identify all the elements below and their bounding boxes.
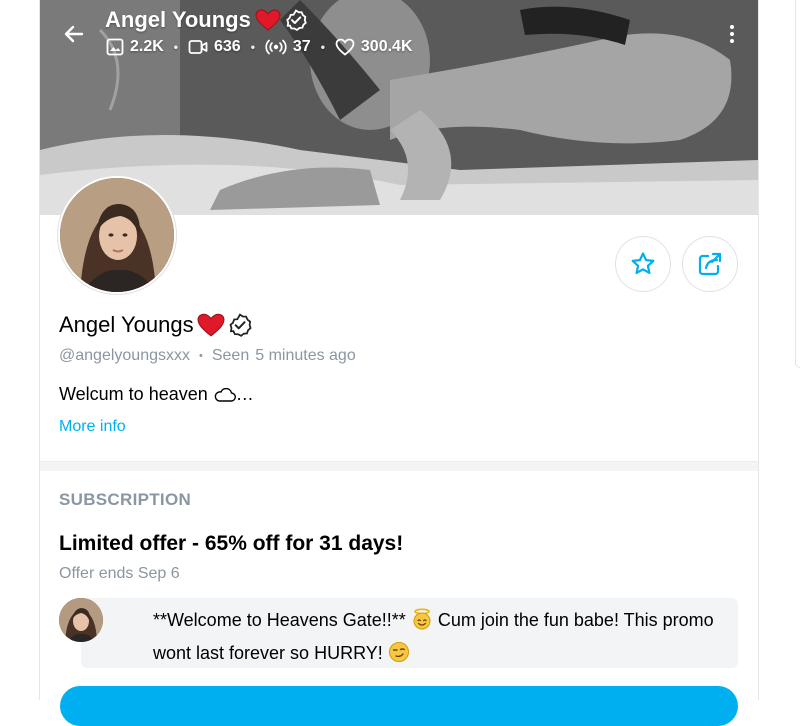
offer-ends-text: Offer ends Sep 6: [59, 565, 180, 582]
header-profile-name: Angel Youngs: [105, 7, 307, 33]
profile-name: Angel Youngs: [59, 312, 252, 338]
stat-separator: •: [173, 40, 178, 54]
stat-photos-value: 2.2K: [130, 38, 164, 55]
kebab-dot: [730, 25, 734, 29]
stat-videos-value: 636: [214, 38, 241, 55]
stat-separator: •: [250, 40, 255, 54]
stat-photos: 2.2K: [106, 38, 164, 56]
more-options-button[interactable]: [722, 20, 742, 48]
promo-avatar[interactable]: [59, 598, 103, 642]
subscribe-button[interactable]: [60, 686, 738, 726]
stat-likes: 300.4K: [335, 38, 413, 56]
profile-name-text: Angel Youngs: [59, 312, 194, 337]
meta-separator: •: [198, 350, 203, 362]
promo-message-part1: **Welcome to Heavens Gate!!**: [153, 610, 406, 630]
cover-header-bar: Angel Youngs 2.2K • 636 • 37 • 300.4K: [40, 0, 758, 70]
favorite-button[interactable]: [615, 236, 671, 292]
username: @angelyoungsxxx: [59, 347, 190, 364]
right-rail-panel: [795, 0, 800, 368]
kebab-dot: [730, 32, 734, 36]
star-outline-icon: [631, 252, 655, 274]
stat-likes-value: 300.4K: [360, 38, 413, 55]
header-stats: 2.2K • 636 • 37 • 300.4K: [106, 38, 413, 56]
cloud-icon: [214, 387, 236, 402]
seen-value: 5 minutes ago: [255, 347, 356, 364]
heart-emoji-icon: [255, 9, 281, 31]
cover-photo: Angel Youngs 2.2K • 636 • 37 • 300.4K: [40, 0, 758, 215]
heart-emoji-icon: [197, 313, 225, 337]
verified-icon: [286, 9, 307, 31]
seen-label: Seen: [211, 347, 250, 364]
more-info-link[interactable]: More info: [59, 418, 126, 436]
stat-videos: 636: [188, 38, 241, 56]
stream-icon: [265, 39, 287, 55]
section-divider: [40, 461, 758, 471]
profile-avatar[interactable]: [58, 176, 176, 294]
bio-ellipsis: …: [235, 384, 254, 404]
bio-text: Welcum to heaven: [59, 384, 208, 404]
header-name-text: Angel Youngs: [105, 7, 251, 32]
angel-emoji-icon: [411, 608, 433, 639]
stat-streams-value: 37: [292, 38, 311, 55]
stat-streams: 37: [265, 38, 311, 56]
share-button[interactable]: [682, 236, 738, 292]
share-icon: [698, 252, 722, 276]
avatar-photo: [60, 178, 174, 292]
profile-bio: Welcum to heaven …: [59, 384, 254, 405]
kebab-dot: [730, 39, 734, 43]
verified-icon: [229, 313, 252, 337]
video-icon: [188, 40, 208, 54]
offer-title: Limited offer - 65% off for 31 days!: [59, 532, 404, 555]
image-icon: [106, 38, 124, 56]
promo-avatar-photo: [59, 598, 103, 642]
back-button[interactable]: [60, 20, 88, 48]
stat-separator: •: [320, 40, 325, 54]
profile-meta: @angelyoungsxxx • Seen 5 minutes ago: [59, 347, 356, 365]
arrow-left-icon: [64, 25, 84, 43]
promo-message-bubble: **Welcome to Heavens Gate!!** Cum join t…: [81, 598, 738, 668]
heart-outline-icon: [335, 38, 355, 56]
smirk-emoji-icon: [388, 641, 410, 672]
profile-card: Angel Youngs 2.2K • 636 • 37 • 300.4K An…: [39, 0, 759, 726]
subscription-heading: SUBSCRIPTION: [59, 490, 192, 509]
